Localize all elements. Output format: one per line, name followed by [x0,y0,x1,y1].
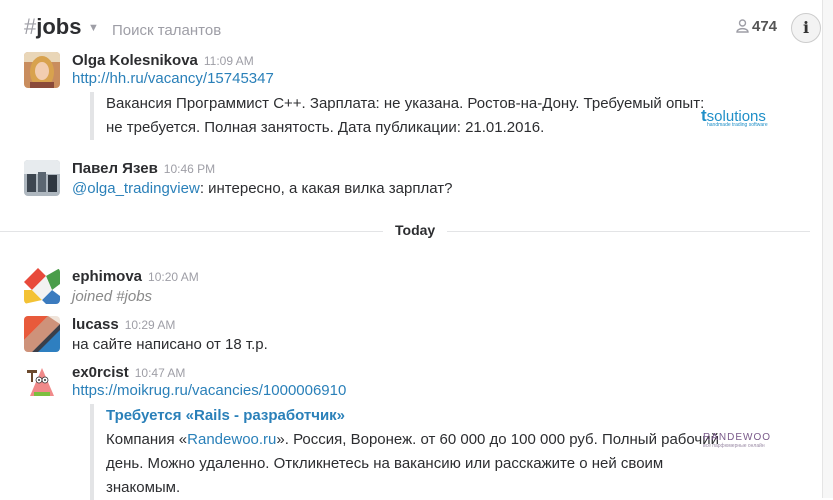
channel-topic[interactable]: Поиск талантов [112,22,221,39]
message-author[interactable]: Павел Язев 10:46 PM [72,160,215,177]
message-time[interactable]: 11:09 AM [204,54,254,68]
message-text: на сайте написано от 18 т.р. [72,336,268,353]
randewoo-logo: RANDEWOO все парфюмерные онлайн [703,432,771,449]
preview-link[interactable]: Randewoo.ru [187,431,276,448]
preview-title[interactable]: Требуется «Rails - разработчик» [106,404,726,428]
person-icon [736,19,749,33]
chevron-down-icon[interactable]: ▼ [88,22,99,34]
preview-text-line: Вакансия Программист С++. Зарплата: не у… [106,95,705,112]
tsolutions-logo: tsolutions handmade trading software [701,106,768,128]
message-text: @olga_tradingview: интересно, а какая ви… [72,180,453,197]
message-link[interactable]: http://hh.ru/vacancy/15745347 [72,68,274,90]
avatar[interactable] [24,160,60,196]
avatar[interactable] [24,268,60,304]
channel-name: jobs [36,14,82,39]
message-link[interactable]: https://moikrug.ru/vacancies/1000006910 [72,380,346,402]
preview-text-line: Компания «Randewoo.ru». Россия, Воронеж.… [106,431,719,448]
join-notice: joined #jobs [72,288,153,305]
user-mention[interactable]: @olga_tradingview [72,180,200,197]
link-preview: Требуется «Rails - разработчик» Компания… [90,404,726,500]
message-time[interactable]: 10:46 PM [164,162,215,176]
member-count-button[interactable]: 474 [736,18,777,35]
avatar[interactable] [24,52,60,88]
link-preview: Вакансия Программист С++. Зарплата: не у… [90,92,726,140]
channel-header: #jobs ▼ Поиск талантов 474 i [0,0,833,50]
channel-hash: # [24,14,37,39]
message-author[interactable]: ex0rcist 10:47 AM [72,364,185,381]
channel-title[interactable]: #jobs [24,14,81,40]
info-icon[interactable]: i [791,13,821,43]
message-time[interactable]: 10:20 AM [148,270,199,284]
message-author[interactable]: lucass 10:29 AM [72,316,175,333]
preview-text-line: не требуется. Полная занятость. Дата пуб… [106,119,545,136]
message-time[interactable]: 10:29 AM [125,318,176,332]
avatar[interactable] [24,316,60,352]
message-time[interactable]: 10:47 AM [135,366,186,380]
member-count: 474 [752,18,778,35]
scrollbar[interactable] [822,0,833,498]
message-author[interactable]: ephimova 10:20 AM [72,268,199,285]
day-divider-label: Today [383,222,448,238]
avatar[interactable] [24,364,60,400]
preview-text-line: знакомым. [106,479,181,496]
message-author[interactable]: Olga Kolesnikova 11:09 AM [72,52,254,69]
preview-text-line: день. Можно удаленно. Откликнетесь на ва… [106,455,664,472]
